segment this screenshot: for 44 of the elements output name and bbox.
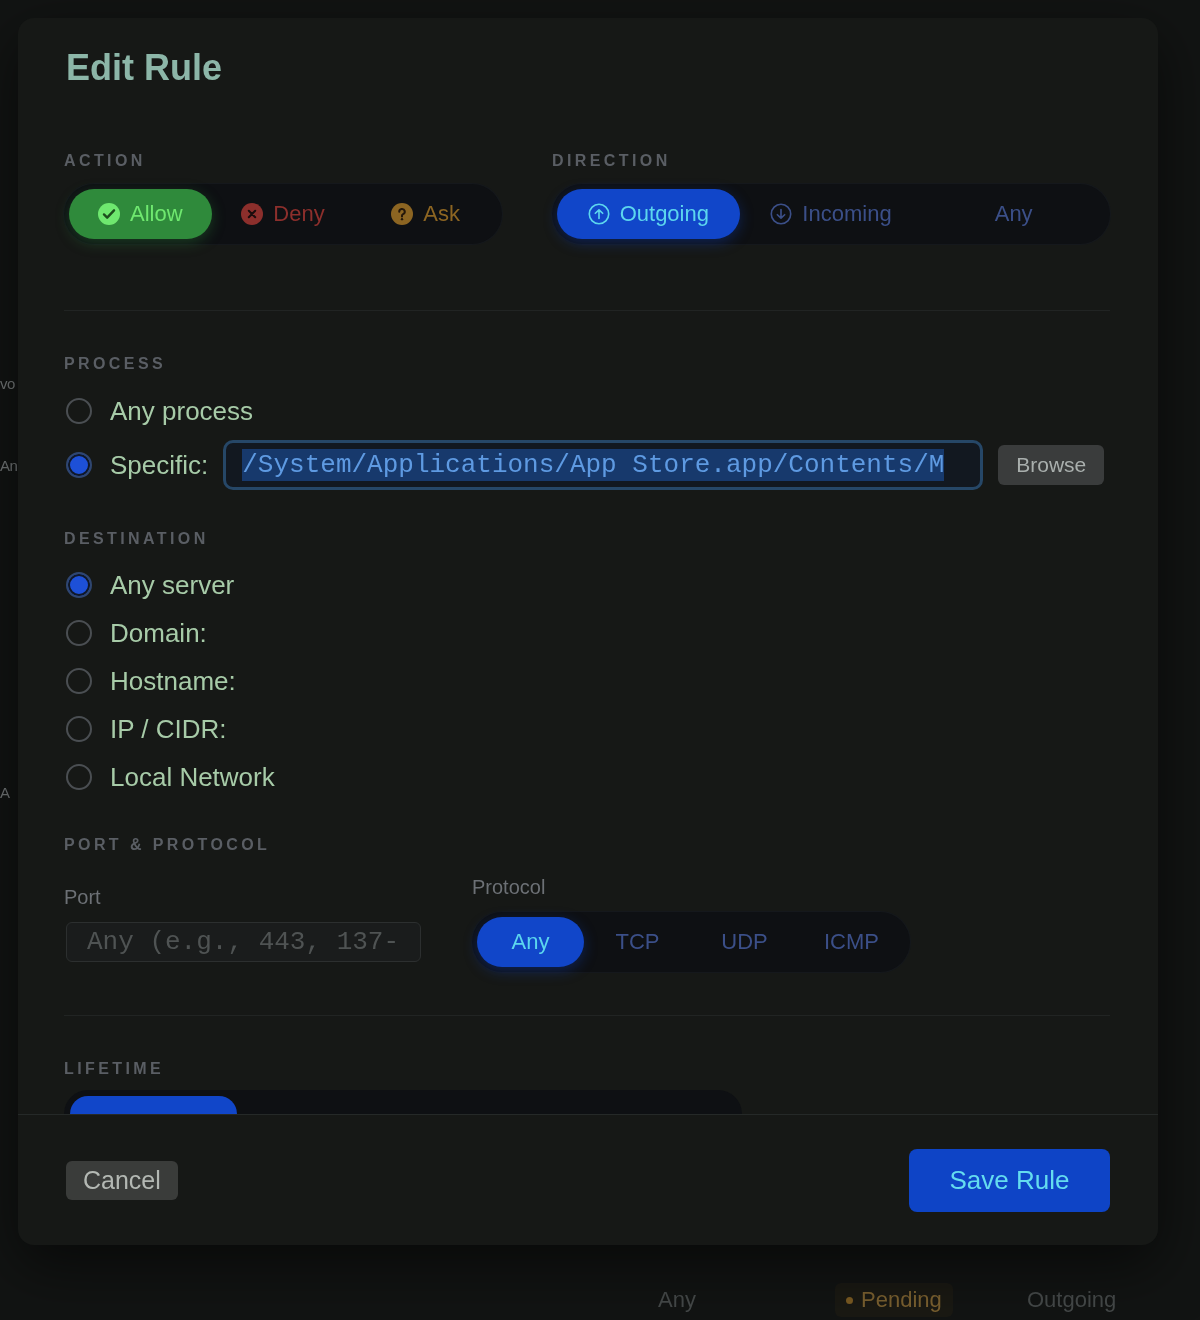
direction-option[interactable]: Any [922, 189, 1105, 239]
action-option[interactable]: Deny [211, 189, 355, 239]
path-field[interactable]: /System/Applications/App Store.app/Contents/M [223, 440, 984, 490]
up-arrow-circle-icon [587, 203, 610, 225]
radio-button[interactable] [66, 572, 92, 598]
radio-button[interactable] [66, 398, 92, 424]
section-label: ACTION [64, 152, 146, 170]
browse-button[interactable]: Browse [998, 445, 1105, 485]
option-label: Any process [110, 396, 254, 426]
down-arrow-circle-icon [770, 203, 793, 225]
field-label: Port [64, 886, 101, 908]
background-text: vo [0, 374, 15, 394]
protocol-option[interactable]: ICMP [798, 917, 905, 967]
option-label: Specific: [110, 450, 209, 480]
background-text: An [0, 456, 18, 476]
option-label: Local Network [110, 762, 275, 792]
protocol-option[interactable]: UDP [691, 917, 798, 967]
radio-button[interactable] [66, 620, 92, 646]
action-option[interactable]: Ask [354, 189, 497, 239]
section-label: DESTINATION [64, 530, 209, 548]
radio-button[interactable] [66, 716, 92, 742]
protocol-option[interactable]: TCP [584, 917, 691, 967]
dialog-title: Edit Rule [66, 48, 222, 88]
cancel-button[interactable]: Cancel [66, 1160, 178, 1200]
background-text: A [0, 783, 10, 803]
section-label: LIFETIME [64, 1060, 165, 1078]
protocol-option[interactable]: Any [477, 917, 584, 967]
radio-button[interactable] [66, 452, 92, 478]
lifetime-option[interactable] [70, 1096, 237, 1114]
radio-button[interactable] [66, 668, 92, 694]
option-label: Domain: [110, 618, 207, 648]
field-label: Protocol [472, 876, 546, 898]
option-label: Hostname: [110, 666, 236, 696]
option-label: Any server [110, 570, 235, 600]
radio-button[interactable] [66, 764, 92, 790]
section-label: PROCESS [64, 355, 167, 373]
section-label: PORT & PROTOCOL [64, 836, 271, 854]
section-label: DIRECTION [552, 152, 671, 170]
direction-option[interactable]: Outgoing [557, 189, 740, 239]
save-button[interactable]: Save Rule [909, 1148, 1110, 1212]
status-label: Pending [861, 1287, 942, 1313]
direction-option[interactable]: Incoming [739, 189, 923, 239]
option-label: IP / CIDR: [110, 714, 227, 744]
action-option[interactable]: Allow [69, 189, 212, 239]
